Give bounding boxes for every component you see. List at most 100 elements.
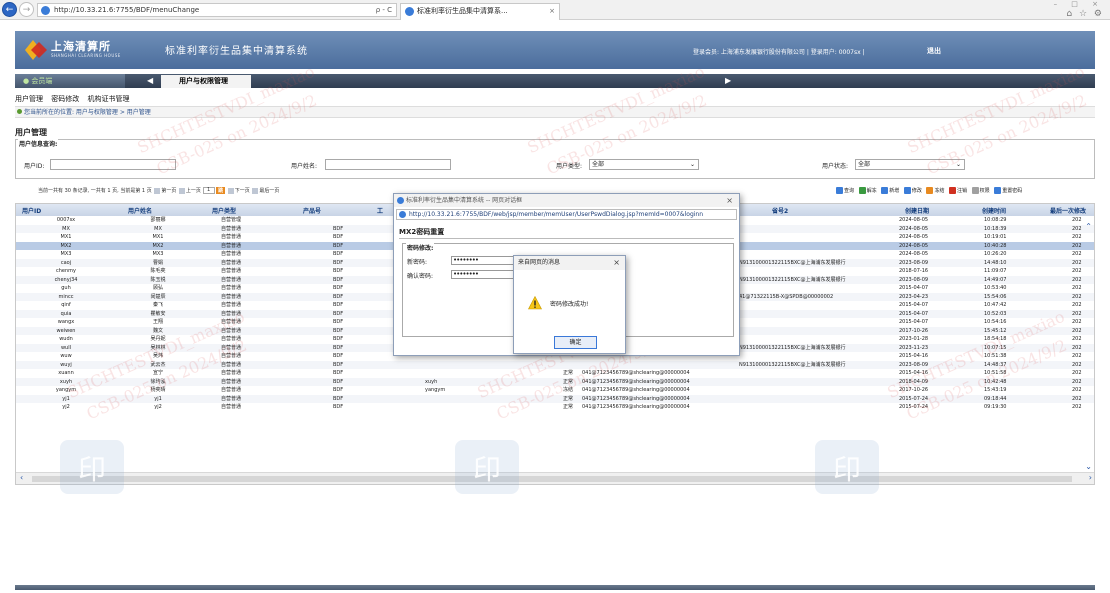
menu-item-user-management[interactable]: 用户管理 <box>15 95 43 103</box>
divider <box>399 238 734 239</box>
tab-close-icon[interactable]: × <box>549 4 555 19</box>
logo-icon <box>25 40 47 60</box>
menu-item-password-change[interactable]: 密码修改 <box>51 95 79 103</box>
header-create-date[interactable]: 创建日期 <box>905 206 929 215</box>
alert-close-icon[interactable]: × <box>613 256 620 270</box>
chevron-down-icon: ⌄ <box>689 161 695 168</box>
logout-link[interactable]: 退出 <box>927 46 941 56</box>
collapse-icon[interactable]: ◀ <box>147 74 153 88</box>
add-button[interactable]: 新增 <box>881 187 899 194</box>
cell-name: 顾弘 <box>152 285 163 291</box>
chevron-down-icon: ⌄ <box>955 161 961 168</box>
header-last-modified[interactable]: 最后一次修改 <box>1050 206 1086 215</box>
cell-name: 宣宁 <box>152 370 163 376</box>
address-bar[interactable]: http://10.33.21.6:7755/BDF/menuChange ρ … <box>37 3 397 17</box>
total-count: 30 <box>64 188 71 194</box>
header-col5[interactable]: 工 <box>377 206 383 215</box>
cell-id: quia <box>60 310 72 317</box>
query-button[interactable]: 查询 <box>836 187 854 194</box>
browser-toolbar-icons[interactable]: ⌂ ☆ ⚙ <box>1066 9 1104 19</box>
cell-time: 14:48:37 <box>984 361 1007 368</box>
table-row[interactable]: yj2 yj2 自营普通 BDF 正常 041@7123456789@shclearing… <box>16 403 1094 412</box>
next-page-icon <box>227 187 234 194</box>
browser-tab[interactable]: 标准利率衍生品集中清算系... × <box>400 3 560 20</box>
table-row[interactable]: xuann 宣宁 自营普通 BDF 正常 041@7123456789@shclearin… <box>16 369 1094 378</box>
system-title: 标准利率衍生品集中清算系统 <box>165 46 308 57</box>
cell-type: 自营普通 <box>221 370 242 376</box>
cell-type: 自营普通 <box>221 387 242 393</box>
cell-last: 202 <box>1072 344 1082 351</box>
horizontal-scrollbar[interactable]: ‹ › <box>16 472 1094 484</box>
cell-time: 10:51:38 <box>984 353 1007 359</box>
new-password-input[interactable]: •••••••• <box>451 256 521 265</box>
window-controls[interactable]: – □ × <box>1054 0 1104 8</box>
ok-button[interactable]: 确定 <box>554 336 597 349</box>
cell-status: 正常 <box>563 395 574 402</box>
first-page-icon <box>154 187 161 194</box>
nav-arrow-icon[interactable]: ▶ <box>725 74 731 88</box>
go-button[interactable]: 跳 <box>216 187 226 194</box>
permission-icon <box>971 187 979 194</box>
table-row[interactable]: yj1 yj1 自营普通 BDF 正常 041@7123456789@shclearing… <box>16 394 1094 403</box>
permission-button[interactable]: 权限 <box>971 187 990 194</box>
address-tools[interactable]: ρ - C <box>376 4 392 16</box>
menu-item-cert-management[interactable]: 机构证书管理 <box>87 95 129 103</box>
scrollbar-thumb[interactable] <box>32 476 1072 482</box>
table-row[interactable]: xuyh 徐玙泓 自营普通 BDF xuyh 正常 041@7123456789@shcle… <box>16 377 1094 386</box>
header-user-name[interactable]: 用户姓名 <box>128 206 152 215</box>
user-status-select[interactable]: 全部 ⌄ <box>855 159 965 170</box>
cell-last: 202 <box>1072 395 1082 402</box>
cell-time: 10:07:15 <box>984 344 1007 351</box>
app-header: 上海清算所 SHANGHAI CLEARING HOUSE 标准利率衍生品集中清… <box>15 31 1095 69</box>
user-name-input[interactable] <box>325 159 451 170</box>
reset-password-button[interactable]: 重置密码 <box>994 187 1022 194</box>
cell-date: 2023-08-09 <box>899 361 929 368</box>
unfreeze-button[interactable]: 解冻 <box>858 187 877 194</box>
confirm-password-input[interactable]: •••••••• <box>451 270 521 279</box>
freeze-button[interactable]: 冻结 <box>926 187 944 194</box>
scroll-up-icon[interactable]: ⌃ <box>1085 222 1092 231</box>
cell-date: 2015-04-16 <box>899 370 929 376</box>
last-page-link[interactable]: 最后一页 <box>259 188 279 194</box>
next-page-link[interactable]: 下一页 <box>235 188 250 194</box>
cell-last: 202 <box>1072 225 1082 232</box>
cell-id: weiwen <box>56 327 76 334</box>
user-id-input[interactable] <box>50 159 176 170</box>
cancel-account-button[interactable]: 注销 <box>949 187 967 194</box>
prev-page-link[interactable]: 上一页 <box>186 188 201 194</box>
ie-icon <box>397 197 404 204</box>
cell-time: 10:26:20 <box>984 251 1007 257</box>
header-user-type[interactable]: 用户类型 <box>212 206 236 215</box>
page-input[interactable]: 1 <box>202 187 215 194</box>
cell-date: 2024-08-05 <box>899 217 929 223</box>
nav-member-tab[interactable]: ● 会员端 <box>15 74 125 88</box>
header-acct[interactable]: 省号2 <box>772 206 788 215</box>
scroll-down-icon[interactable]: ⌄ <box>1085 462 1092 471</box>
cell-last: 202 <box>1072 259 1082 266</box>
edit-button[interactable]: 修改 <box>903 187 922 194</box>
cell-name: 吴林林 <box>150 344 166 351</box>
cell-date: 2024-08-05 <box>899 234 929 240</box>
header-product[interactable]: 产品号 <box>303 206 321 215</box>
first-page-link[interactable]: 第一页 <box>161 188 176 194</box>
ie-icon <box>399 211 406 218</box>
user-type-select[interactable]: 全部 ⌄ <box>589 159 699 170</box>
last-page-icon <box>252 187 259 194</box>
scroll-left-icon[interactable]: ‹ <box>20 473 23 482</box>
back-button[interactable]: ← <box>2 2 17 17</box>
header-create-time[interactable]: 创建时间 <box>982 206 1006 215</box>
edit-icon <box>903 187 911 194</box>
table-row[interactable]: yangym 杨奕晴 自营普通 BDF yangym 冻结 041@7123456789@s… <box>16 386 1094 395</box>
cell-product: BDF <box>333 404 344 410</box>
new-password-label: 新密码: <box>407 259 428 266</box>
scroll-right-icon[interactable]: › <box>1089 473 1092 482</box>
forward-button[interactable]: → <box>19 2 34 17</box>
cell-name: 曹娟 <box>152 259 163 266</box>
tab-user-permission[interactable]: 用户与权限管理 <box>161 75 251 88</box>
table-row[interactable]: wuyj 武云杰 自营普通 BDF N913100001322115BXC@上海浦东发展… <box>16 360 1094 369</box>
cell-name: 秦飞 <box>152 302 163 308</box>
cell-id: 0007sx <box>56 217 76 223</box>
header-user-id[interactable]: 用户ID <box>22 206 41 215</box>
cell-last: 202 <box>1072 293 1082 300</box>
dialog-close-icon[interactable]: × <box>726 194 733 207</box>
